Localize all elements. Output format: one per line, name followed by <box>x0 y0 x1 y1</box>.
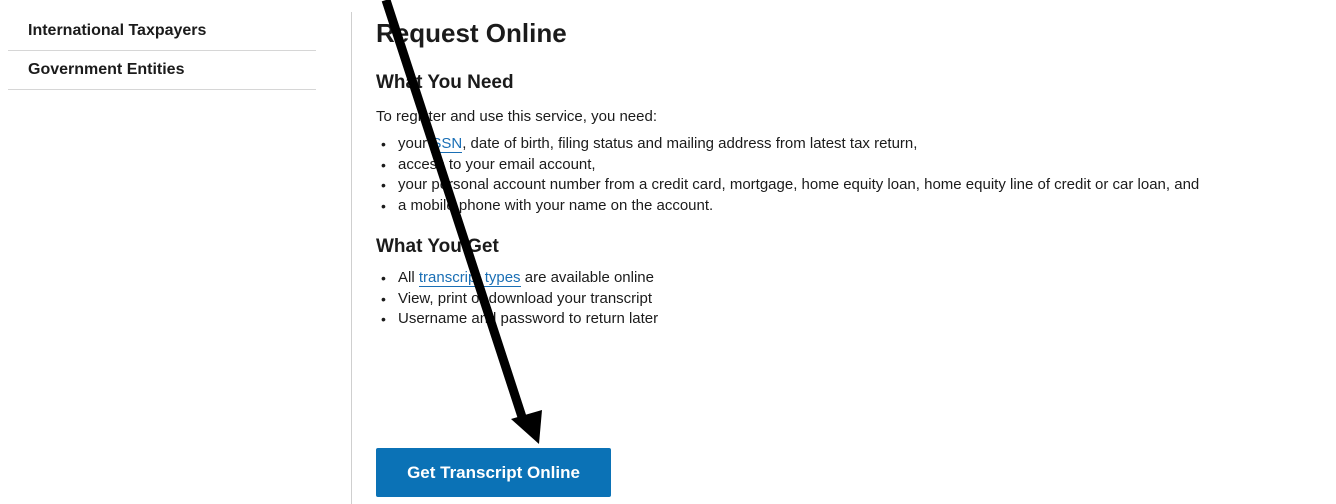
list-item: your personal account number from a cred… <box>376 175 1326 196</box>
get-transcript-online-button[interactable]: Get Transcript Online <box>376 448 611 497</box>
list-item: Username and password to return later <box>376 309 1326 330</box>
what-you-need-list: your SSN, date of birth, filing status a… <box>376 134 1326 216</box>
what-you-get-heading: What You Get <box>376 236 499 257</box>
what-you-need-intro: To register and use this service, you ne… <box>376 108 657 125</box>
list-item-text: your <box>398 135 432 152</box>
what-you-need-heading: What You Need <box>376 72 514 93</box>
main-content: Request Online What You Need To register… <box>376 14 1326 330</box>
list-item: your SSN, date of birth, filing status a… <box>376 134 1326 155</box>
what-you-get-list: All transcript types are available onlin… <box>376 268 1326 330</box>
list-item: View, print or download your transcript <box>376 289 1326 310</box>
list-item-text: All <box>398 269 419 286</box>
sidebar: International Taxpayers Government Entit… <box>8 12 316 90</box>
list-item-text: , date of birth, filing status and maili… <box>462 135 918 152</box>
sidebar-item-international-taxpayers[interactable]: International Taxpayers <box>8 12 316 51</box>
transcript-types-link[interactable]: transcript types <box>418 269 521 287</box>
ssn-link[interactable]: SSN <box>431 135 463 153</box>
page-title: Request Online <box>376 18 567 48</box>
sidebar-item-government-entities[interactable]: Government Entities <box>8 51 316 90</box>
list-item: access to your email account, <box>376 155 1326 176</box>
list-item: a mobile phone with your name on the acc… <box>376 196 1326 217</box>
list-item-text: are available online <box>520 269 654 286</box>
column-divider <box>351 12 352 504</box>
list-item: All transcript types are available onlin… <box>376 268 1326 289</box>
